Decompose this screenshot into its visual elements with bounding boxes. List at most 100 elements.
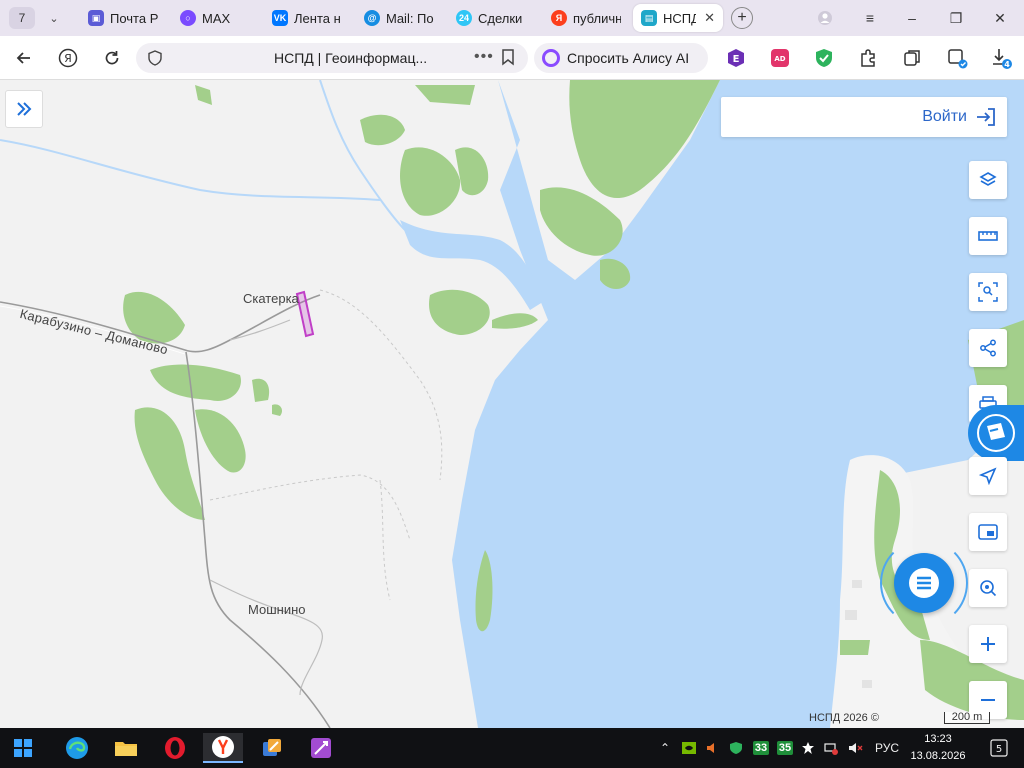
clock-date: 13.08.2026 bbox=[910, 750, 966, 762]
ruler-icon bbox=[978, 231, 998, 241]
chat-button[interactable] bbox=[894, 553, 954, 613]
extension-ad-icon[interactable]: AD bbox=[768, 46, 792, 70]
page-title: НСПД | Геоинформац... bbox=[274, 50, 428, 66]
map-copyright[interactable]: НСПД 2026 © bbox=[809, 712, 879, 724]
minimap-icon bbox=[978, 524, 998, 540]
tab-strip: 7 ⌄ ▣ Почта Р ○ MAX VK Лента н @ Mail: П… bbox=[0, 0, 1024, 36]
svg-text:AD: AD bbox=[774, 55, 785, 63]
collections-icon[interactable] bbox=[900, 46, 924, 70]
login-arrow-icon bbox=[977, 108, 995, 126]
ruler-button[interactable] bbox=[969, 217, 1007, 255]
paint-app-icon[interactable] bbox=[301, 733, 341, 763]
security-app-icon[interactable] bbox=[252, 733, 292, 763]
yandex-home-icon[interactable]: Я bbox=[56, 46, 80, 70]
tab-label: MAX bbox=[202, 10, 231, 26]
notifications-icon[interactable]: 5 bbox=[988, 738, 1010, 758]
chevron-up-icon[interactable]: ⌃ bbox=[656, 738, 674, 758]
opera-icon[interactable] bbox=[155, 733, 195, 763]
input-language[interactable]: РУС bbox=[872, 738, 902, 758]
back-icon[interactable] bbox=[12, 46, 36, 70]
place-label-moshnino: Мошнино bbox=[248, 602, 306, 617]
tab-count-button[interactable]: 7 bbox=[9, 7, 35, 29]
minimize-icon[interactable]: – bbox=[899, 6, 925, 30]
layers-button[interactable] bbox=[969, 161, 1007, 199]
tab-bitrix[interactable]: 24 Сделки bbox=[448, 4, 538, 32]
tray-app-icon[interactable] bbox=[799, 738, 817, 758]
max-messenger-icon: ○ bbox=[180, 10, 196, 26]
menu-icon[interactable]: ≡ bbox=[857, 6, 883, 30]
shield-check-icon[interactable] bbox=[812, 46, 836, 70]
mail-at-icon: @ bbox=[364, 10, 380, 26]
place-label-skaterka: Скатерка bbox=[243, 291, 299, 306]
tab-label: Сделки bbox=[478, 10, 523, 26]
gosuslugi-feedback-button[interactable] bbox=[968, 405, 1024, 461]
more-dots-icon[interactable]: ••• bbox=[474, 48, 494, 66]
tab-label: Лента н bbox=[294, 10, 341, 26]
tab-nspd[interactable]: ▤ НСПД ✕ bbox=[633, 4, 723, 32]
ask-alice-button[interactable]: Спросить Алису AI bbox=[534, 43, 708, 73]
screenshot-icon[interactable] bbox=[945, 46, 969, 70]
login-label: Войти bbox=[922, 108, 967, 125]
chat-icon bbox=[909, 568, 939, 598]
map-canvas[interactable]: Скатерка Мошнино Карабузино – Доманово В… bbox=[0, 80, 1024, 728]
share-button[interactable] bbox=[969, 329, 1007, 367]
tab-mail[interactable]: @ Mail: По bbox=[356, 4, 442, 32]
address-bar[interactable]: НСПД | Геоинформац... ••• bbox=[136, 43, 528, 73]
reload-icon[interactable] bbox=[100, 46, 124, 70]
tray-shield-icon[interactable] bbox=[727, 738, 745, 758]
nspd-icon: ▤ bbox=[641, 10, 657, 26]
geolocation-button[interactable] bbox=[969, 457, 1007, 495]
bookmark-icon[interactable] bbox=[500, 48, 518, 68]
new-tab-button[interactable]: + bbox=[731, 7, 753, 29]
windows-taskbar: ⌃ 33 35 РУС 13:23 13.08.2026 5 bbox=[0, 728, 1024, 768]
edge-icon[interactable] bbox=[57, 733, 97, 763]
alice-icon bbox=[542, 49, 560, 67]
tray-badge-b[interactable]: 35 bbox=[775, 738, 795, 758]
feedback-doc-icon bbox=[977, 414, 1015, 452]
site-security-icon[interactable] bbox=[146, 49, 164, 67]
area-search-icon bbox=[978, 282, 998, 302]
close-window-icon[interactable]: ✕ bbox=[987, 6, 1013, 30]
vk-icon: VK bbox=[272, 10, 288, 26]
zoom-in-button[interactable] bbox=[969, 625, 1007, 663]
minus-icon bbox=[981, 699, 995, 701]
double-chevron-right-icon bbox=[17, 102, 32, 116]
map-scale: 200 m bbox=[944, 712, 990, 724]
layers-icon bbox=[979, 172, 997, 186]
tray-badge-a[interactable]: 33 bbox=[751, 738, 771, 758]
minimap-button[interactable] bbox=[969, 513, 1007, 551]
login-button[interactable]: Войти bbox=[721, 97, 1007, 137]
downloads-icon[interactable]: 4 bbox=[989, 46, 1013, 70]
chevron-down-icon[interactable]: ⌄ bbox=[43, 8, 65, 28]
tray-badge-b-value: 35 bbox=[776, 741, 794, 755]
tab-max[interactable]: ○ MAX bbox=[172, 4, 258, 32]
navigation-arrow-icon bbox=[979, 467, 997, 485]
profile-icon[interactable] bbox=[812, 6, 838, 30]
plus-icon bbox=[981, 637, 995, 651]
tab-vk[interactable]: VK Лента н bbox=[264, 4, 350, 32]
map-base-layer bbox=[0, 80, 1024, 728]
clock-time: 13:23 bbox=[924, 733, 952, 745]
locate-search-button[interactable] bbox=[969, 569, 1007, 607]
speaker-app-icon[interactable] bbox=[703, 738, 721, 758]
file-explorer-icon[interactable] bbox=[106, 733, 146, 763]
volume-muted-icon[interactable] bbox=[846, 738, 864, 758]
extension-e-icon[interactable]: E bbox=[724, 46, 748, 70]
area-search-button[interactable] bbox=[969, 273, 1007, 311]
alice-label: Спросить Алису AI bbox=[567, 50, 690, 66]
tab-label: НСПД bbox=[663, 10, 697, 26]
network-icon[interactable] bbox=[822, 738, 840, 758]
close-icon[interactable]: ✕ bbox=[704, 10, 715, 26]
tab-mail-ru[interactable]: ▣ Почта Р bbox=[80, 4, 166, 32]
expand-panel-button[interactable] bbox=[5, 90, 43, 128]
windows-start-icon[interactable] bbox=[3, 733, 43, 763]
downloads-count: 4 bbox=[1004, 60, 1010, 69]
extensions-puzzle-icon[interactable] bbox=[856, 46, 880, 70]
yandex-browser-icon[interactable] bbox=[203, 733, 243, 763]
nvidia-icon[interactable] bbox=[680, 738, 698, 758]
taskbar-clock[interactable]: 13:23 13.08.2026 bbox=[908, 731, 968, 765]
restore-icon[interactable]: ❐ bbox=[943, 6, 969, 30]
bitrix24-icon: 24 bbox=[456, 10, 472, 26]
tab-yandex[interactable]: Я публичн bbox=[543, 4, 629, 32]
notifications-count: 5 bbox=[996, 744, 1002, 755]
